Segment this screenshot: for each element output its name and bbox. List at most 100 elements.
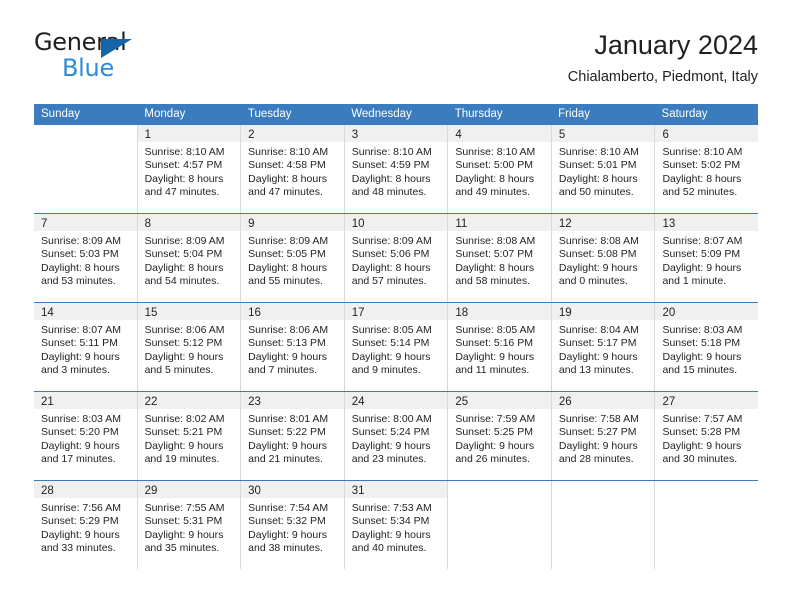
day-number-band: 26 [551, 392, 655, 409]
day-number-band: 6 [655, 125, 759, 142]
calendar-page: General Blue January 2024 Chialamberto, … [0, 0, 792, 612]
daylight-text: Daylight: 9 hours and 7 minutes. [248, 350, 327, 377]
calendar-day-cell[interactable]: 27 Sunrise: 7:57 AM Sunset: 5:28 PM Dayligh… [655, 392, 759, 480]
day-sun-info: Sunrise: 8:08 AM Sunset: 5:08 PM Daylight:… [552, 231, 655, 289]
day-number-band: 12 [551, 214, 655, 231]
calendar-day-cell[interactable]: 14 Sunrise: 8:07 AM Sunset: 5:11 PM Dayligh… [34, 303, 138, 391]
weekday-header-tuesday: Tuesday [247, 108, 292, 120]
sunset-text: Sunset: 5:07 PM [455, 248, 533, 261]
day-number: 8 [144, 218, 151, 230]
calendar-day-cell[interactable]: 10 Sunrise: 8:09 AM Sunset: 5:06 PM Dayligh… [344, 214, 449, 302]
weekday-header-sunday: Sunday [41, 108, 81, 120]
calendar-day-cell[interactable]: 15 Sunrise: 8:06 AM Sunset: 5:12 PM Dayligh… [137, 303, 242, 391]
day-number: 12 [558, 218, 572, 230]
calendar-day-cell[interactable]: 30 Sunrise: 7:54 AM Sunset: 5:32 PM Dayligh… [241, 481, 345, 569]
day-number: 18 [455, 307, 469, 319]
sunset-text: Sunset: 5:09 PM [662, 248, 741, 261]
day-number-band: 29 [137, 481, 241, 498]
daylight-text: Daylight: 9 hours and 38 minutes. [248, 528, 327, 555]
sunrise-text: Sunrise: 8:06 AM [248, 324, 329, 336]
day-number-band [34, 125, 137, 142]
day-sun-info: Sunrise: 8:06 AM Sunset: 5:12 PM Daylight:… [138, 320, 241, 378]
sunset-text: Sunset: 5:32 PM [248, 515, 326, 528]
page-header: General Blue January 2024 Chialamberto, … [34, 30, 758, 96]
sunset-text: Sunset: 5:29 PM [41, 515, 119, 528]
calendar-day-cell[interactable]: 21 Sunrise: 8:03 AM Sunset: 5:20 PM Dayligh… [34, 392, 138, 480]
calendar-week-row: 21 Sunrise: 8:03 AM Sunset: 5:20 PM Dayligh… [34, 391, 759, 480]
calendar-day-cell[interactable]: 12 Sunrise: 8:08 AM Sunset: 5:08 PM Dayligh… [551, 214, 656, 302]
calendar-day-cell[interactable]: 29 Sunrise: 7:55 AM Sunset: 5:31 PM Dayligh… [137, 481, 242, 569]
calendar-day-cell[interactable]: 6 Sunrise: 8:10 AM Sunset: 5:02 PM Daylight… [655, 125, 759, 213]
sunrise-text: Sunrise: 7:57 AM [662, 413, 743, 425]
day-number: 5 [558, 129, 566, 141]
calendar-day-cell[interactable]: 11 Sunrise: 8:08 AM Sunset: 5:07 PM Dayligh… [448, 214, 552, 302]
daylight-text: Daylight: 9 hours and 21 minutes. [248, 439, 327, 466]
sunrise-text: Sunrise: 8:09 AM [144, 235, 225, 247]
calendar-day-cell[interactable]: 4 Sunrise: 8:10 AM Sunset: 5:00 PM Daylight… [448, 125, 552, 213]
calendar-day-cell[interactable]: 17 Sunrise: 8:05 AM Sunset: 5:14 PM Dayligh… [344, 303, 449, 391]
day-number: 2 [248, 129, 255, 141]
calendar-day-cell[interactable]: 18 Sunrise: 8:05 AM Sunset: 5:16 PM Dayligh… [448, 303, 552, 391]
day-sun-info: Sunrise: 7:53 AM Sunset: 5:34 PM Daylight:… [345, 498, 448, 556]
day-number-band: 8 [137, 214, 241, 231]
day-number: 3 [351, 129, 359, 141]
sunset-text: Sunset: 4:57 PM [144, 159, 223, 172]
calendar-day-cell[interactable]: 7 Sunrise: 8:09 AM Sunset: 5:03 PM Daylight… [34, 214, 138, 302]
day-number-band: 23 [241, 392, 344, 409]
calendar-day-cell[interactable]: 26 Sunrise: 7:58 AM Sunset: 5:27 PM Dayligh… [551, 392, 656, 480]
daylight-text: Daylight: 9 hours and 13 minutes. [558, 350, 638, 377]
day-sun-info: Sunrise: 8:09 AM Sunset: 5:05 PM Daylight:… [241, 231, 344, 289]
sunset-text: Sunset: 5:34 PM [351, 515, 430, 528]
calendar-day-cell[interactable]: 25 Sunrise: 7:59 AM Sunset: 5:25 PM Dayligh… [448, 392, 552, 480]
daylight-text: Daylight: 9 hours and 15 minutes. [662, 350, 742, 377]
sunset-text: Sunset: 5:16 PM [455, 337, 533, 350]
calendar-day-cell[interactable]: 24 Sunrise: 8:00 AM Sunset: 5:24 PM Dayligh… [344, 392, 449, 480]
day-sun-info: Sunrise: 7:54 AM Sunset: 5:32 PM Daylight:… [241, 498, 344, 556]
sunrise-text: Sunrise: 8:08 AM [455, 235, 536, 247]
calendar-day-cell[interactable]: 23 Sunrise: 8:01 AM Sunset: 5:22 PM Dayligh… [241, 392, 345, 480]
daylight-text: Daylight: 9 hours and 1 minute. [662, 261, 742, 288]
sunrise-text: Sunrise: 8:09 AM [248, 235, 329, 247]
day-number-band: 27 [655, 392, 759, 409]
day-number: 27 [662, 396, 676, 408]
day-number-band: 21 [34, 392, 137, 409]
sunrise-text: Sunrise: 8:00 AM [351, 413, 432, 425]
day-sun-info: Sunrise: 8:10 AM Sunset: 5:01 PM Daylight:… [552, 142, 655, 200]
weekday-header-wednesday: Wednesday [351, 108, 412, 120]
calendar-day-cell[interactable]: 2 Sunrise: 8:10 AM Sunset: 4:58 PM Daylight… [241, 125, 345, 213]
sunrise-text: Sunrise: 8:01 AM [248, 413, 329, 425]
sunset-text: Sunset: 5:11 PM [41, 337, 118, 350]
daylight-text: Daylight: 8 hours and 54 minutes. [144, 261, 224, 288]
sunset-text: Sunset: 5:05 PM [248, 248, 326, 261]
calendar-day-cell[interactable]: 31 Sunrise: 7:53 AM Sunset: 5:34 PM Dayligh… [344, 481, 449, 569]
calendar-day-cell[interactable]: 16 Sunrise: 8:06 AM Sunset: 5:13 PM Dayligh… [241, 303, 345, 391]
calendar-day-cell[interactable]: 5 Sunrise: 8:10 AM Sunset: 5:01 PM Daylight… [551, 125, 656, 213]
day-number: 16 [248, 307, 261, 319]
day-number-band [551, 481, 655, 498]
calendar-day-cell-empty [551, 481, 656, 569]
calendar-day-cell[interactable]: 9 Sunrise: 8:09 AM Sunset: 5:05 PM Daylight… [241, 214, 345, 302]
day-sun-info: Sunrise: 8:10 AM Sunset: 5:00 PM Daylight:… [448, 142, 551, 200]
title-block: January 2024 Chialamberto, Piedmont, Ita… [568, 30, 758, 87]
calendar-day-cell[interactable]: 1 Sunrise: 8:10 AM Sunset: 4:57 PM Daylight… [137, 125, 242, 213]
day-sun-info: Sunrise: 8:10 AM Sunset: 4:59 PM Daylight:… [345, 142, 448, 200]
sunrise-text: Sunrise: 8:10 AM [248, 146, 329, 158]
day-number: 15 [144, 307, 158, 319]
calendar-day-cell[interactable]: 19 Sunrise: 8:04 AM Sunset: 5:17 PM Dayligh… [551, 303, 656, 391]
calendar-day-cell-empty [34, 125, 138, 213]
day-sun-info: Sunrise: 8:02 AM Sunset: 5:21 PM Daylight:… [138, 409, 241, 467]
calendar-day-cell[interactable]: 8 Sunrise: 8:09 AM Sunset: 5:04 PM Daylight… [137, 214, 242, 302]
day-number-band: 30 [241, 481, 344, 498]
calendar-day-cell[interactable]: 22 Sunrise: 8:02 AM Sunset: 5:21 PM Dayligh… [137, 392, 242, 480]
day-number: 6 [662, 129, 669, 141]
day-sun-info: Sunrise: 7:58 AM Sunset: 5:27 PM Daylight:… [552, 409, 655, 467]
sunrise-text: Sunrise: 8:02 AM [144, 413, 225, 425]
sunset-text: Sunset: 5:08 PM [558, 248, 637, 261]
calendar-day-cell[interactable]: 3 Sunrise: 8:10 AM Sunset: 4:59 PM Daylight… [344, 125, 449, 213]
calendar-day-cell[interactable]: 28 Sunrise: 7:56 AM Sunset: 5:29 PM Dayligh… [34, 481, 138, 569]
sunrise-text: Sunrise: 7:54 AM [248, 502, 329, 514]
day-number-band: 18 [448, 303, 551, 320]
calendar-day-cell[interactable]: 20 Sunrise: 8:03 AM Sunset: 5:18 PM Dayligh… [655, 303, 759, 391]
day-number: 19 [558, 307, 572, 319]
calendar-day-cell[interactable]: 13 Sunrise: 8:07 AM Sunset: 5:09 PM Dayligh… [655, 214, 759, 302]
